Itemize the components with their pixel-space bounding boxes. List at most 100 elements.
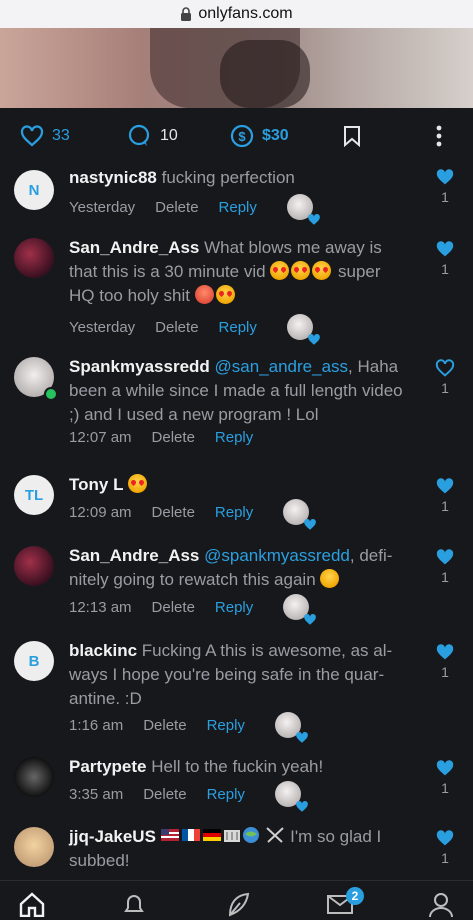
liker-avatar [286, 194, 320, 225]
heart-icon [296, 731, 308, 743]
like-button[interactable]: 33 [20, 125, 70, 147]
comment-text: San_Andre_Ass What blows me away is that… [69, 236, 409, 308]
comment-like-count: 1 [441, 850, 449, 866]
vertical-dots-icon [436, 125, 442, 147]
comment-username[interactable]: Spankmyassredd [69, 357, 210, 376]
flags-and-globe-emoji [160, 827, 259, 843]
send-tip-button[interactable]: $ $30 [230, 124, 289, 148]
avatar[interactable]: B [14, 641, 54, 681]
liker-avatar [286, 314, 320, 345]
heart-icon [308, 213, 320, 225]
comment-body: fucking perfection [161, 168, 295, 187]
comment-time: 12:13 am [69, 598, 132, 616]
home-icon[interactable] [18, 891, 46, 917]
heart-eyes-emoji [312, 261, 332, 280]
comment-like-button[interactable]: 1 [435, 759, 455, 796]
bookmark-button[interactable] [343, 125, 361, 147]
comment-like-button[interactable]: 1 [435, 240, 455, 277]
svg-text:$: $ [238, 129, 246, 144]
avatar[interactable] [14, 757, 54, 797]
messages-badge: 2 [346, 887, 364, 905]
delete-link[interactable]: Delete [155, 199, 198, 216]
reply-link[interactable]: Reply [219, 319, 257, 336]
comment-like-count: 1 [441, 664, 449, 680]
comment-mention[interactable]: @spankmyassredd [204, 546, 350, 565]
reply-link[interactable]: Reply [215, 429, 253, 446]
heart-eyes-emoji [291, 261, 311, 280]
delete-link[interactable]: Delete [152, 504, 195, 521]
crossed-swords-icon [266, 827, 285, 843]
like-count: 33 [52, 127, 70, 144]
comment-username[interactable]: San_Andre_Ass [69, 238, 199, 257]
comment-time: 1:16 am [69, 716, 124, 734]
tip-amount: $30 [262, 127, 289, 144]
comment-like-button[interactable]: 1 [435, 548, 455, 585]
delete-link[interactable]: Delete [143, 717, 186, 734]
reply-link[interactable]: Reply [215, 504, 253, 521]
comment-like-button[interactable]: 1 [435, 829, 455, 866]
comment-text: Partypete Hell to the fuckin yeah! [69, 755, 409, 779]
comment-meta: 12:09 am Delete Reply [69, 499, 317, 530]
comment-meta: 12:07 am Delete Reply [69, 429, 273, 446]
comment-mention[interactable]: @san_andre_ass [215, 357, 349, 376]
heart-eyes-emoji [270, 261, 290, 280]
comment-like-count: 1 [441, 261, 449, 277]
comment-meta: 1:16 am Delete Reply [69, 712, 308, 743]
reply-link[interactable]: Reply [207, 786, 245, 803]
comment-username[interactable]: jjq-JakeUS [69, 827, 156, 846]
notifications-bell-icon[interactable] [120, 891, 148, 917]
profile-icon[interactable] [428, 891, 454, 917]
heart-filled-icon [436, 549, 454, 565]
comment-meta: Yesterday Delete Reply [69, 194, 320, 225]
heart-filled-icon [436, 169, 454, 185]
delete-link[interactable]: Delete [152, 429, 195, 446]
comment-username[interactable]: San_Andre_Ass [69, 546, 199, 565]
delete-link[interactable]: Delete [152, 599, 195, 616]
reply-link[interactable]: Reply [219, 199, 257, 216]
smirk-emoji [320, 569, 340, 588]
comment-text: San_Andre_Ass @spankmyassredd, defi-nite… [69, 544, 409, 592]
comment-like-button[interactable]: 1 [435, 168, 455, 205]
avatar[interactable] [14, 546, 54, 586]
delete-link[interactable]: Delete [143, 786, 186, 803]
comment-like-count: 1 [441, 380, 449, 396]
heart-icon [304, 613, 317, 625]
bottom-navigation: 2 [0, 880, 473, 919]
comment-like-button[interactable]: 1 [435, 359, 455, 396]
online-status-dot [44, 387, 58, 401]
more-options-button[interactable] [436, 125, 442, 147]
comment-username[interactable]: Partypete [69, 757, 146, 776]
browser-url-bar[interactable]: onlyfans.com [0, 0, 473, 28]
heart-icon [308, 333, 320, 345]
comment-text: Tony L [69, 473, 409, 497]
comment-like-button[interactable]: 1 [435, 477, 455, 514]
post-actions-bar: 33 10 $ $30 [0, 110, 473, 162]
avatar[interactable] [14, 827, 54, 867]
heart-icon [296, 800, 308, 812]
comment-like-button[interactable]: 1 [435, 643, 455, 680]
heart-icon [304, 518, 317, 530]
comment-text: jjq-JakeUS I'm so glad I subbed! [69, 825, 409, 873]
comment-meta: Yesterday Delete Reply [69, 314, 320, 345]
delete-link[interactable]: Delete [155, 319, 198, 336]
heart-filled-icon [436, 241, 454, 257]
avatar[interactable] [14, 238, 54, 278]
comment-username[interactable]: Tony L [69, 475, 123, 494]
comment-username[interactable]: nastynic88 [69, 168, 157, 187]
comment-username[interactable]: blackinc [69, 641, 137, 660]
liker-avatar [274, 712, 308, 743]
avatar[interactable]: N [14, 170, 54, 210]
reply-link[interactable]: Reply [207, 717, 245, 734]
avatar[interactable]: TL [14, 475, 54, 515]
comment-bubble-icon [128, 124, 150, 146]
comment-meta: 3:35 am Delete Reply [69, 781, 308, 812]
lock-icon [181, 7, 192, 21]
comments-button[interactable]: 10 [128, 124, 178, 148]
reply-link[interactable]: Reply [215, 599, 253, 616]
messages-tab[interactable]: 2 [326, 887, 364, 920]
heart-filled-icon [436, 830, 454, 846]
post-media-image[interactable] [0, 28, 473, 108]
comment-time: Yesterday [69, 318, 136, 336]
heart-eyes-emoji [128, 474, 148, 493]
add-post-feather-icon[interactable] [224, 891, 252, 917]
